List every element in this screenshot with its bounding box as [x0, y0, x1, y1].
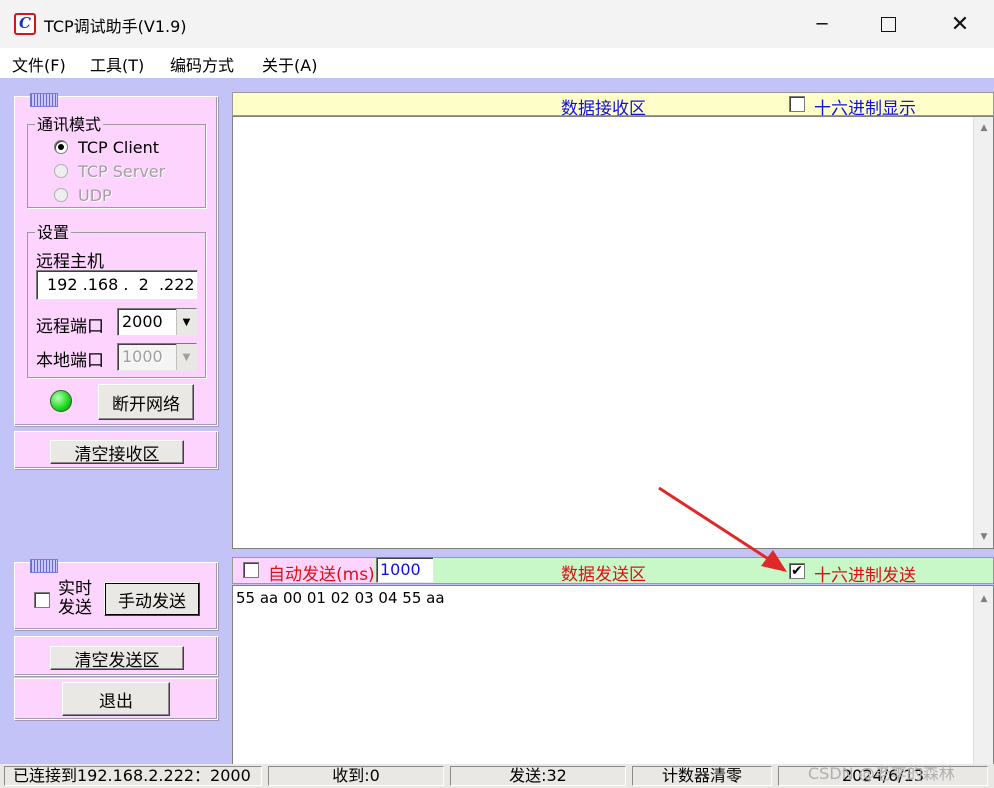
minimize-button[interactable]: ─	[791, 0, 853, 48]
close-icon: ✕	[950, 11, 970, 37]
auto-send-interval-input[interactable]: 1000	[376, 557, 434, 583]
watermark: CSDN @老李的森林	[808, 764, 955, 783]
auto-send-checkbox[interactable]	[243, 562, 259, 578]
clear-receive-button[interactable]: 清空接收区	[50, 440, 184, 465]
maximize-button[interactable]	[857, 0, 919, 48]
remote-port-label: 远程端口	[36, 317, 104, 337]
radio-tcp-client-label[interactable]: TCP Client	[78, 138, 159, 157]
local-port-label: 本地端口	[36, 351, 104, 371]
chevron-down-icon[interactable]: ▼	[176, 344, 196, 370]
send-scrollbar[interactable]: ▲	[973, 586, 993, 764]
remote-port-value: 2000	[122, 312, 163, 331]
recv-textarea[interactable]: ▲ ▼	[232, 116, 994, 549]
manual-send-button[interactable]: 手动发送	[104, 582, 200, 616]
realtime-label-line2: 发送	[58, 598, 92, 618]
chevron-down-icon[interactable]: ▼	[176, 309, 196, 335]
radio-tcp-server[interactable]	[54, 164, 68, 178]
status-sent: 发送:32	[450, 766, 626, 786]
remote-port-select[interactable]: 2000 ▼	[117, 308, 197, 336]
send-area-title: 数据发送区	[561, 565, 646, 585]
local-port-value: 1000	[122, 347, 163, 366]
menu-file[interactable]: 文件(F)	[12, 52, 66, 76]
send-content: 55 aa 00 01 02 03 04 55 aa	[236, 589, 445, 607]
send-textarea[interactable]: 55 aa 00 01 02 03 04 55 aa ▲	[232, 585, 994, 765]
realtime-send-checkbox[interactable]	[34, 592, 50, 608]
menu-about[interactable]: 关于(A)	[262, 52, 317, 76]
settings-title: 设置	[35, 223, 72, 242]
panel-grip[interactable]	[30, 93, 58, 107]
window-title: TCP调试助手(V1.9)	[44, 17, 187, 36]
radio-udp-label[interactable]: UDP	[78, 186, 112, 205]
menu-encoding[interactable]: 编码方式	[170, 52, 234, 76]
maximize-icon	[880, 16, 896, 32]
minimize-icon: ─	[816, 13, 828, 35]
status-connected: 已连接到192.168.2.222：2000	[4, 766, 262, 786]
remote-host-input[interactable]: 192 .168 . 2 .222	[36, 270, 198, 300]
close-button[interactable]: ✕	[929, 0, 991, 48]
scroll-up-icon[interactable]: ▲	[974, 119, 994, 137]
annotation-arrow-icon	[658, 486, 787, 572]
hex-display-checkbox[interactable]	[789, 96, 805, 112]
radio-tcp-client[interactable]	[54, 140, 68, 154]
exit-button[interactable]: 退出	[62, 682, 170, 716]
menu-bar	[0, 48, 994, 78]
radio-udp[interactable]	[54, 188, 68, 202]
disconnect-button[interactable]: 断开网络	[98, 384, 194, 420]
hex-send-label[interactable]: 十六进制发送	[814, 561, 916, 586]
realtime-label-line1: 实时	[58, 579, 92, 599]
status-received: 收到:0	[268, 766, 444, 786]
radio-tcp-server-label[interactable]: TCP Server	[78, 162, 165, 181]
local-port-select[interactable]: 1000 ▼	[117, 343, 197, 371]
panel-grip[interactable]	[30, 559, 58, 573]
scroll-down-icon[interactable]: ▼	[974, 528, 994, 546]
realtime-send-label[interactable]: 实时 发送	[58, 580, 92, 618]
remote-host-label: 远程主机	[36, 252, 104, 272]
scroll-up-icon[interactable]: ▲	[974, 590, 994, 608]
menu-tools[interactable]: 工具(T)	[90, 52, 144, 76]
comm-mode-title: 通讯模式	[35, 115, 104, 134]
connection-status-led	[50, 390, 72, 412]
auto-send-label[interactable]: 自动发送(ms)	[268, 560, 375, 585]
reset-counter-button[interactable]: 计数器清零	[632, 766, 772, 786]
app-icon: C	[14, 13, 36, 35]
clear-send-button[interactable]: 清空发送区	[50, 646, 184, 671]
recv-scrollbar[interactable]: ▲ ▼	[973, 117, 993, 548]
